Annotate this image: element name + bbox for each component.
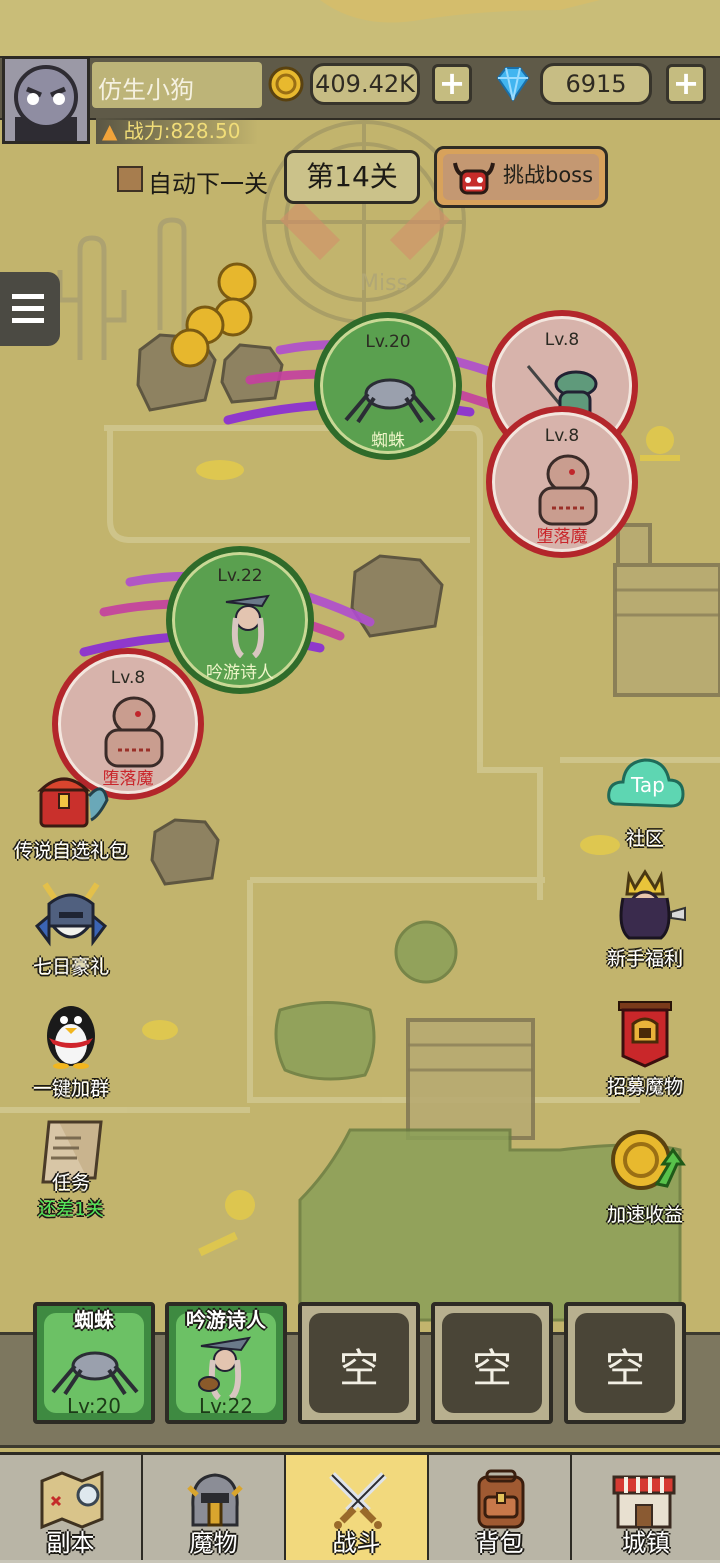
robot-face-icon bbox=[5, 59, 87, 141]
stage-indicator: 第14关 bbox=[284, 150, 420, 204]
enemy-monster-fallen-demon[interactable]: Lv.8 堕落魔 bbox=[486, 406, 638, 558]
empty-slot-label: 空 bbox=[605, 1346, 645, 1392]
team-slot-3[interactable]: 空 bbox=[298, 1302, 420, 1424]
banner-helmet-icon bbox=[618, 1001, 672, 1068]
shop-icon bbox=[612, 1475, 676, 1529]
penguin-icon bbox=[47, 1006, 95, 1069]
treasure-chest-icon bbox=[37, 777, 109, 828]
auto-next-label: 自动下一关 bbox=[148, 170, 268, 198]
nav-label: 魔物 bbox=[189, 1529, 238, 1557]
speed-up-income-button[interactable]: 加速收益 bbox=[580, 1124, 710, 1227]
spider-sprite-icon bbox=[344, 378, 436, 424]
side-icon-label: 一键加群 bbox=[32, 1078, 109, 1100]
ogre-sprite-icon bbox=[538, 454, 598, 526]
nav-label: 副本 bbox=[46, 1529, 95, 1557]
team-slot-2[interactable]: 吟游诗人 Lv:22 bbox=[165, 1302, 287, 1424]
monster-name: 蜘蛛 bbox=[371, 431, 405, 451]
player-name: 仿生小狗 bbox=[98, 76, 194, 104]
side-icon-label: 任务 bbox=[51, 1172, 90, 1194]
bard-sprite-icon bbox=[198, 1336, 252, 1400]
miss-watermark: Miss bbox=[360, 271, 408, 296]
team-slot-1[interactable]: 蜘蛛 Lv:20 bbox=[33, 1302, 155, 1424]
power-icon: ▲ bbox=[102, 119, 118, 143]
hamburger-menu-icon bbox=[12, 294, 44, 323]
monster-level: Lv.8 bbox=[544, 330, 580, 350]
gold-coin-icon bbox=[268, 66, 304, 102]
empty-slot-label: 空 bbox=[472, 1346, 512, 1392]
spider-sprite-icon bbox=[51, 1351, 139, 1396]
monster-level: Lv.22 bbox=[217, 566, 263, 586]
gold-amount: 409.42K bbox=[310, 63, 420, 105]
map-icon bbox=[40, 1470, 104, 1530]
side-icon-label: 招募魔物 bbox=[606, 1076, 683, 1098]
monster-name: 堕落魔 bbox=[536, 527, 588, 547]
challenge-boss-button[interactable]: 挑战boss bbox=[434, 146, 608, 208]
ally-monster-spider[interactable]: Lv.20 蜘蛛 bbox=[314, 312, 462, 460]
slot-monster-name: 吟游诗人 bbox=[186, 1308, 266, 1332]
nav-dungeon[interactable]: 副本 bbox=[0, 1455, 143, 1560]
nav-monsters[interactable]: 魔物 bbox=[143, 1455, 286, 1560]
gem-amount: 6915 bbox=[540, 63, 652, 105]
newbie-welfare-button[interactable]: 新手福利 bbox=[580, 868, 710, 971]
helmet-icon bbox=[187, 1473, 243, 1527]
taptap-cloud-icon: Tap bbox=[607, 758, 685, 808]
nav-label: 战斗 bbox=[332, 1529, 381, 1557]
slot-monster-name: 蜘蛛 bbox=[74, 1308, 114, 1332]
monster-level: Lv.8 bbox=[110, 668, 146, 688]
recruit-monster-button[interactable]: 招募魔物 bbox=[580, 996, 710, 1099]
nav-label: 城镇 bbox=[622, 1529, 670, 1557]
diamond-icon bbox=[496, 67, 530, 102]
empty-slot-label: 空 bbox=[339, 1346, 379, 1392]
side-icon-label: 新手福利 bbox=[606, 948, 683, 970]
nav-battle[interactable]: 战斗 bbox=[286, 1455, 429, 1560]
slot-monster-level: Lv:20 bbox=[66, 1394, 122, 1418]
nav-town[interactable]: 城镇 bbox=[572, 1455, 720, 1560]
side-icon-label: 传说自选礼包 bbox=[13, 840, 128, 862]
demon-head-icon bbox=[453, 162, 495, 195]
side-icon-label: 七日豪礼 bbox=[32, 956, 109, 978]
side-icon-label: 社区 bbox=[625, 828, 664, 850]
side-icon-label: 加速收益 bbox=[606, 1204, 683, 1226]
queen-portrait-icon bbox=[619, 869, 686, 940]
backpack-icon bbox=[477, 1469, 525, 1529]
seven-day-gift-button[interactable]: 七日豪礼 bbox=[6, 876, 136, 979]
add-gems-button[interactable]: + bbox=[666, 64, 706, 104]
team-slot-5[interactable]: 空 bbox=[564, 1302, 686, 1424]
crossed-swords-icon bbox=[329, 1472, 387, 1529]
monster-level: Lv.20 bbox=[365, 332, 411, 352]
legend-gift-pack-button[interactable]: 传说自选礼包 bbox=[6, 760, 136, 863]
nav-label: 背包 bbox=[475, 1529, 524, 1557]
coin-arrow-icon bbox=[611, 1130, 686, 1190]
slot-monster-level: Lv:22 bbox=[198, 1394, 254, 1418]
nav-backpack[interactable]: 背包 bbox=[429, 1455, 572, 1560]
combat-power-value: 战力:828.50 bbox=[123, 119, 241, 143]
knight-helmet-icon bbox=[34, 882, 108, 947]
ogre-sprite-icon bbox=[104, 696, 164, 768]
combat-power: ▲ 战力:828.50 bbox=[96, 118, 259, 144]
bard-sprite-icon bbox=[225, 594, 270, 658]
player-avatar[interactable] bbox=[2, 56, 90, 144]
svg-text:Tap: Tap bbox=[630, 773, 665, 797]
monster-level: Lv.8 bbox=[544, 426, 580, 446]
join-group-button[interactable]: 一键加群 bbox=[6, 998, 136, 1101]
team-slot-4[interactable]: 空 bbox=[431, 1302, 553, 1424]
task-progress-hint: 还差1关 bbox=[38, 1199, 104, 1220]
community-button[interactable]: Tap 社区 bbox=[580, 748, 710, 851]
auto-next-checkbox[interactable] bbox=[117, 166, 143, 192]
tasks-button[interactable]: 任务 还差1关 bbox=[6, 1118, 136, 1221]
side-menu-button[interactable] bbox=[0, 272, 60, 346]
add-gold-button[interactable]: + bbox=[432, 64, 472, 104]
challenge-boss-label: 挑战boss bbox=[503, 163, 594, 187]
